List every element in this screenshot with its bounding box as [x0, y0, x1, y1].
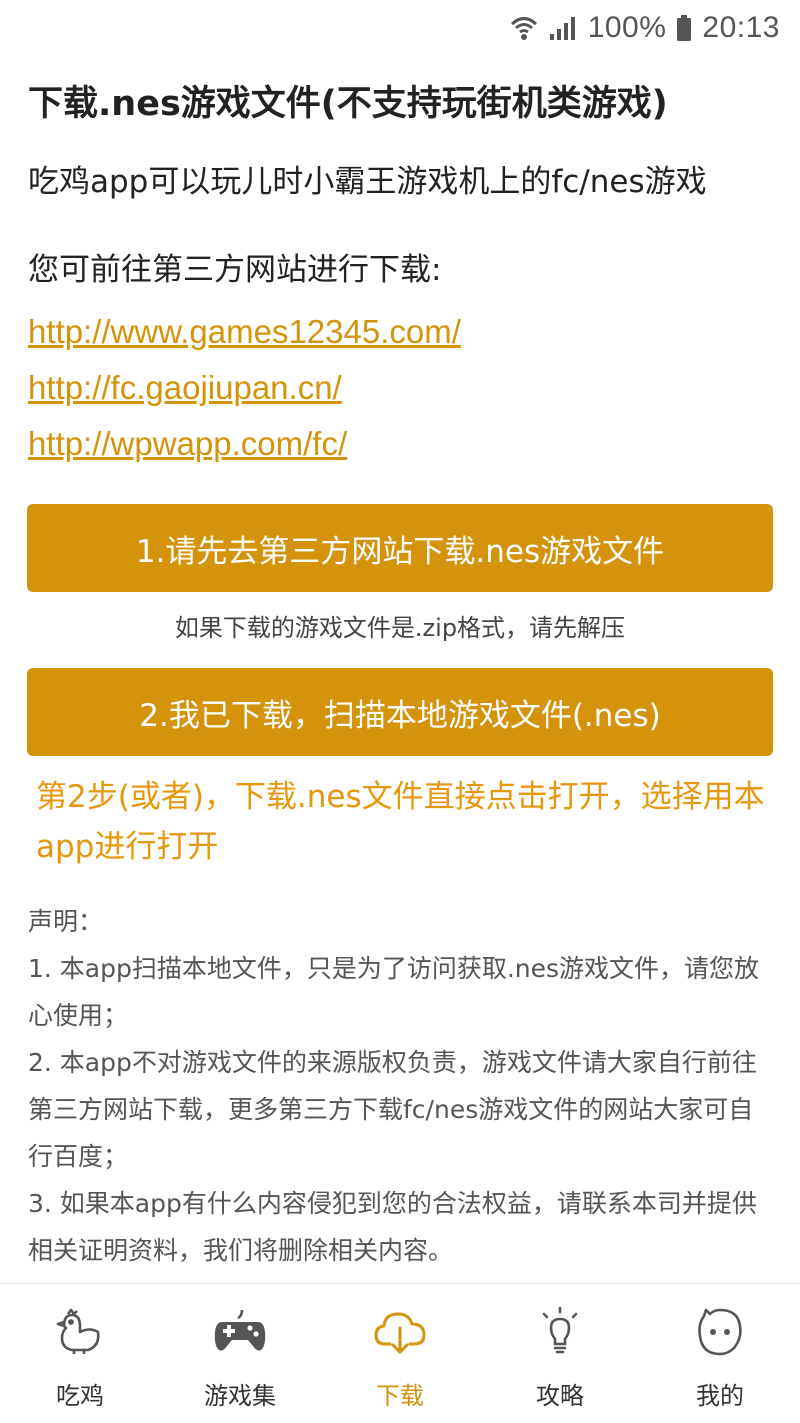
nav-label: 游戏集: [204, 1382, 276, 1410]
intro-text: 吃鸡app可以玩儿时小霸王游戏机上的fc/nes游戏: [28, 164, 707, 200]
link-wpwapp[interactable]: http://wpwapp.com/fc/: [28, 416, 776, 472]
nav-label: 我的: [696, 1382, 744, 1410]
signal-icon: [548, 14, 578, 42]
step2-alternative-text: 第2步(或者)，下载.nes文件直接点击打开，选择用本app进行打开: [36, 779, 765, 865]
nav-item-chiji[interactable]: 吃鸡: [0, 1284, 160, 1423]
nav-item-games[interactable]: 游戏集: [160, 1284, 320, 1423]
disclaimer-heading: 声明：: [28, 907, 104, 936]
gamepad-icon: [212, 1304, 268, 1360]
wifi-icon: [510, 14, 538, 42]
lightbulb-icon: [532, 1304, 588, 1360]
link-games12345[interactable]: http://www.games12345.com/: [28, 304, 776, 360]
nav-label: 下载: [376, 1382, 424, 1410]
nav-item-guide[interactable]: 攻略: [480, 1284, 640, 1423]
disclaimer-item: 1. 本app扫描本地文件，只是为了访问获取.nes游戏文件，请您放心使用；: [28, 954, 760, 1030]
step2-scan-button[interactable]: 2.我已下载，扫描本地游戏文件(.nes): [27, 668, 773, 756]
status-bar: 100% 20:13: [0, 0, 800, 56]
link-list: http://www.games12345.com/ http://fc.gao…: [28, 304, 776, 472]
battery-icon: [676, 14, 692, 42]
face-icon: [692, 1304, 748, 1360]
disclaimer-item: 2. 本app不对游戏文件的来源版权负责，游戏文件请大家自行前往第三方网站下载，…: [28, 1048, 757, 1171]
disclaimer-item: 3. 如果本app有什么内容侵犯到您的合法权益，请联系本司并提供相关证明资料，我…: [28, 1189, 757, 1265]
zip-note: 如果下载的游戏文件是.zip格式，请先解压: [174, 614, 626, 642]
page-title: 下载.nes游戏文件(不支持玩街机类游戏): [28, 84, 668, 124]
nav-item-mine[interactable]: 我的: [640, 1284, 800, 1423]
main-content: 下载.nes游戏文件(不支持玩街机类游戏) 吃鸡app可以玩儿时小霸王游戏机上的…: [28, 78, 776, 472]
site-prompt: 您可前往第三方网站进行下载:: [28, 252, 442, 288]
step1-download-button[interactable]: 1.请先去第三方网站下载.nes游戏文件: [27, 504, 773, 592]
disclaimer: 声明： 1. 本app扫描本地文件，只是为了访问获取.nes游戏文件，请您放心使…: [28, 898, 776, 1274]
clock: 20:13: [702, 11, 780, 44]
nav-label: 攻略: [536, 1382, 584, 1410]
chicken-icon: [52, 1304, 108, 1360]
bottom-nav: 吃鸡 游戏集 下载 攻略 我的: [0, 1283, 800, 1423]
link-gaojiupan[interactable]: http://fc.gaojiupan.cn/: [28, 360, 776, 416]
nav-label: 吃鸡: [56, 1382, 104, 1410]
battery-percent: 100%: [587, 11, 667, 44]
nav-item-download[interactable]: 下载: [320, 1284, 480, 1423]
cloud-download-icon: [372, 1304, 428, 1360]
